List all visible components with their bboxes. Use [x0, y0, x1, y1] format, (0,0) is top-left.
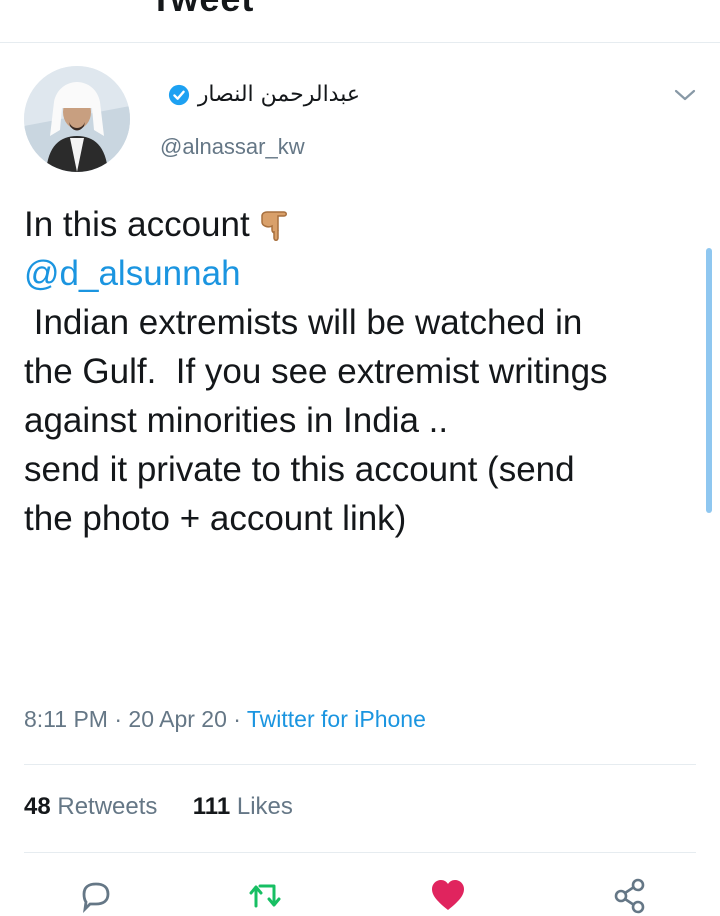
- display-name: عبدالرحمن النصار: [197, 82, 360, 107]
- tweet-source-link[interactable]: Twitter for iPhone: [247, 706, 426, 732]
- likes-label: Likes: [236, 793, 293, 820]
- likes-count: 111: [192, 793, 231, 820]
- verified-icon: [168, 84, 189, 105]
- avatar[interactable]: [24, 66, 130, 172]
- engagement-stats: 48 Retweets 111 Likes: [24, 793, 293, 821]
- share-icon[interactable]: [610, 876, 650, 916]
- tweet-line: send it private to this account (send: [24, 450, 575, 489]
- tweet-line: Indian extremists will be watched in: [24, 303, 583, 342]
- pointing-hand-icon: [260, 211, 287, 241]
- tweet-line: the photo + account link): [24, 499, 407, 538]
- divider: [24, 852, 696, 853]
- page-title: Tweet: [150, 0, 254, 20]
- like-icon[interactable]: [428, 876, 468, 916]
- user-handle[interactable]: @alnassar_kw: [160, 134, 305, 160]
- reply-icon[interactable]: [76, 876, 116, 916]
- retweets-label: Retweets: [57, 793, 158, 820]
- tweet-time: 8:11 PM: [24, 706, 108, 732]
- tweet-meta: 8:11 PM · 20 Apr 20 · Twitter for iPhone: [24, 706, 426, 733]
- likes-stat[interactable]: 111 Likes: [193, 793, 293, 820]
- tweet-line: the Gulf. If you see extremist writings: [24, 352, 608, 391]
- divider: [24, 764, 696, 765]
- author-name-row[interactable]: عبدالرحمن النصار: [168, 82, 360, 107]
- retweets-stat[interactable]: 48 Retweets: [24, 793, 157, 820]
- retweets-count: 48: [24, 793, 51, 820]
- tweet-line: In this account: [24, 200, 694, 249]
- chevron-down-icon[interactable]: [672, 86, 698, 104]
- tweet-text: In this account @d_alsunnah Indian extre…: [24, 200, 694, 543]
- meta-separator: ·: [114, 706, 129, 732]
- meta-separator: ·: [233, 706, 247, 732]
- tweet-line: against minorities in India ..: [24, 401, 449, 440]
- retweet-icon[interactable]: [246, 876, 286, 916]
- scrollbar[interactable]: [706, 248, 712, 513]
- top-bar: Tweet: [0, 0, 720, 43]
- tweet-date: 20 Apr 20: [128, 706, 227, 732]
- mention-link[interactable]: @d_alsunnah: [24, 249, 694, 298]
